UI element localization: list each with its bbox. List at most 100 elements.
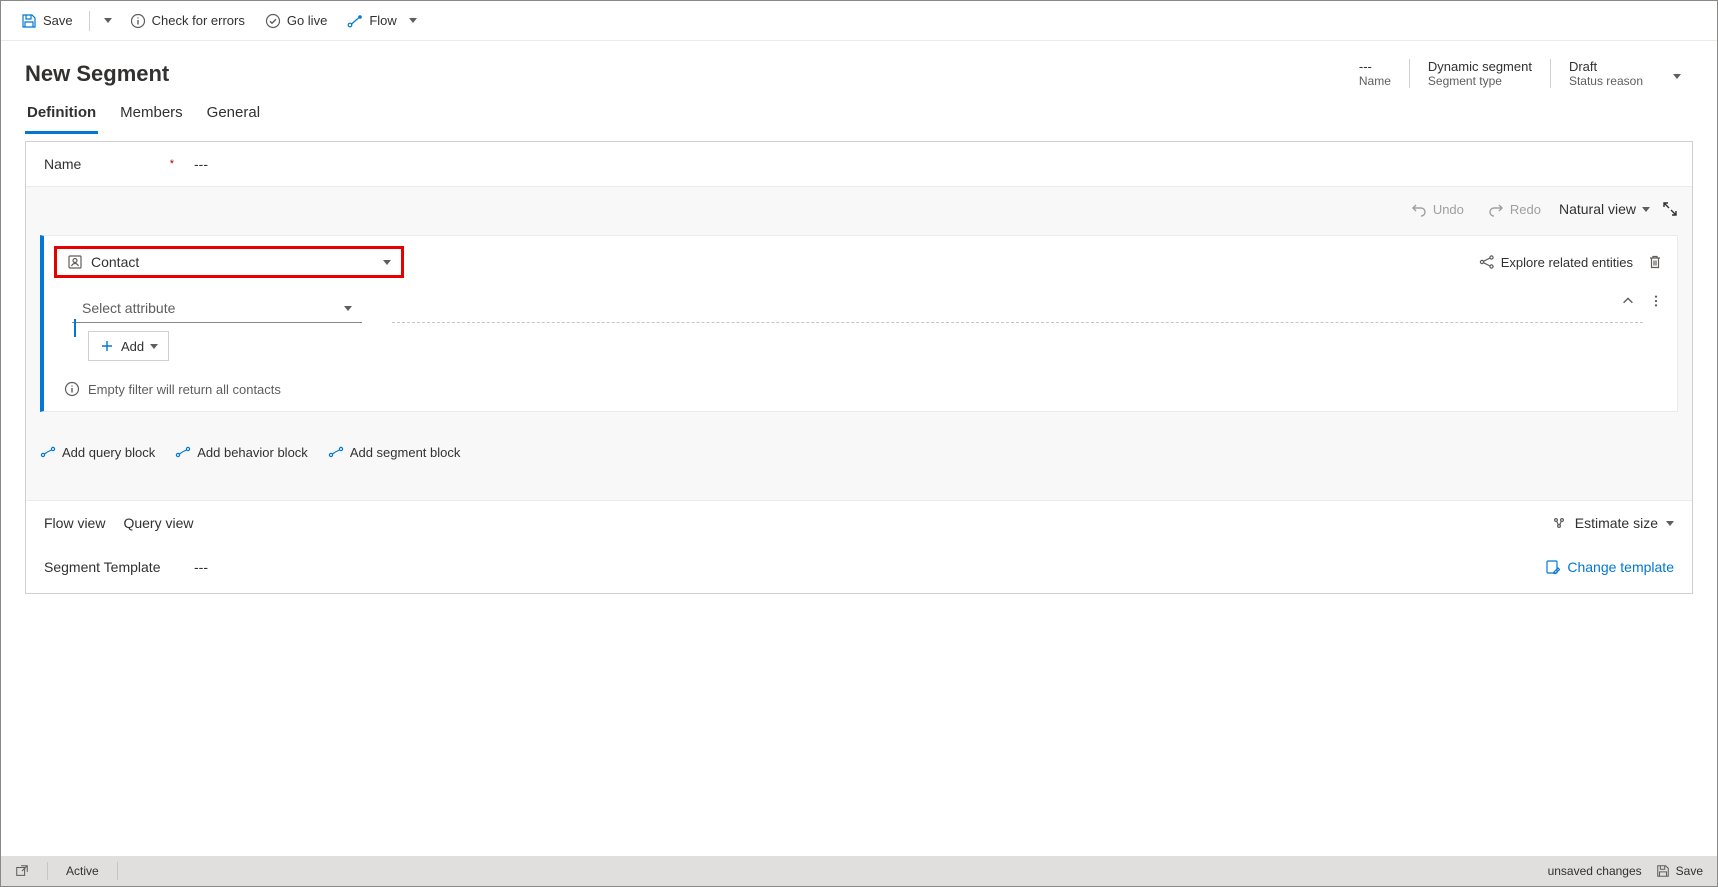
meta-status: Draft Status reason: [1550, 59, 1661, 88]
meta-type: Dynamic segment Segment type: [1409, 59, 1550, 88]
estimate-label: Estimate size: [1575, 515, 1658, 531]
meta-name: --- Name: [1341, 59, 1409, 88]
attribute-selector[interactable]: Select attribute: [72, 294, 362, 323]
popout-button[interactable]: [15, 864, 29, 878]
designer-toolbar: Undo Redo Natural view: [26, 187, 1692, 231]
add-blocks-row: Add query block Add behavior block Add s…: [26, 430, 1692, 500]
separator: [89, 11, 90, 31]
undo-label: Undo: [1433, 202, 1464, 217]
statusbar-save-label: Save: [1676, 864, 1703, 878]
go-live-button[interactable]: Go live: [257, 9, 335, 33]
view-selector[interactable]: Natural view: [1559, 201, 1650, 217]
change-template-button[interactable]: Change template: [1545, 559, 1674, 575]
edit-icon: [1545, 559, 1561, 575]
more-button[interactable]: [1649, 294, 1663, 311]
meta-name-value: ---: [1359, 59, 1391, 74]
flow-view-link[interactable]: Flow view: [44, 515, 105, 531]
flow-icon: [175, 444, 191, 460]
tabs: Definition Members General: [1, 96, 1717, 135]
name-field-label: Name *: [44, 156, 174, 172]
flow-icon: [40, 444, 56, 460]
explore-entities-button[interactable]: Explore related entities: [1479, 254, 1633, 270]
contact-icon: [67, 254, 83, 270]
entity-label: Contact: [91, 254, 139, 270]
estimate-size-button[interactable]: Estimate size: [1551, 515, 1674, 531]
flow-icon: [347, 13, 363, 29]
graph-icon: [1479, 254, 1495, 270]
delete-button[interactable]: [1647, 254, 1663, 270]
statusbar-save-button[interactable]: Save: [1656, 864, 1703, 878]
add-segment-block-button[interactable]: Add segment block: [328, 444, 461, 460]
explore-label: Explore related entities: [1501, 255, 1633, 270]
command-bar: Save Check for errors Go live Flow: [1, 1, 1717, 41]
redo-icon: [1488, 201, 1504, 217]
change-template-label: Change template: [1567, 559, 1674, 575]
check-circle-icon: [265, 13, 281, 29]
fullscreen-button[interactable]: [1662, 201, 1678, 217]
save-icon: [21, 13, 37, 29]
name-field-value[interactable]: ---: [174, 156, 208, 172]
content: Name * --- Undo Redo Natural view: [1, 141, 1717, 846]
views-row: Flow view Query view Estimate size: [26, 500, 1692, 545]
info-text: Empty filter will return all contacts: [88, 382, 281, 397]
required-indicator: *: [170, 158, 174, 170]
tab-members[interactable]: Members: [118, 96, 185, 134]
chevron-down-icon: [403, 11, 423, 30]
tab-definition[interactable]: Definition: [25, 96, 98, 134]
chevron-down-icon: [344, 306, 352, 311]
chevron-down-icon: [383, 260, 391, 265]
collapse-button[interactable]: [1621, 294, 1635, 311]
plus-icon: [99, 338, 115, 354]
header-expand[interactable]: [1661, 66, 1693, 82]
query-view-link[interactable]: Query view: [123, 515, 193, 531]
flow-button[interactable]: Flow: [339, 7, 430, 34]
add-behavior-label: Add behavior block: [197, 445, 308, 460]
template-value[interactable]: ---: [184, 559, 208, 575]
info-icon: [64, 381, 80, 397]
add-button[interactable]: Add: [88, 331, 169, 361]
add-query-label: Add query block: [62, 445, 155, 460]
chevron-down-icon: [1642, 207, 1650, 212]
go-live-label: Go live: [287, 13, 327, 28]
page-title: New Segment: [25, 61, 169, 87]
flow-icon: [328, 444, 344, 460]
attribute-placeholder: Select attribute: [82, 300, 175, 316]
tab-general[interactable]: General: [205, 96, 262, 134]
meta-type-label: Segment type: [1428, 74, 1532, 88]
block-header: Contact Explore related entities: [44, 236, 1677, 288]
meta-name-label: Name: [1359, 74, 1391, 88]
add-segment-label: Add segment block: [350, 445, 461, 460]
add-behavior-block-button[interactable]: Add behavior block: [175, 444, 308, 460]
chevron-down-icon: [1666, 521, 1674, 526]
unsaved-changes-text: unsaved changes: [1548, 864, 1642, 878]
template-row: Segment Template --- Change template: [26, 545, 1692, 593]
query-block: Contact Explore related entities Select …: [40, 235, 1678, 412]
flow-label: Flow: [369, 13, 396, 28]
check-errors-button[interactable]: Check for errors: [122, 9, 253, 33]
undo-icon: [1411, 201, 1427, 217]
add-query-block-button[interactable]: Add query block: [40, 444, 155, 460]
entity-selector[interactable]: Contact: [54, 246, 404, 278]
save-dropdown[interactable]: [98, 11, 118, 30]
meta-status-label: Status reason: [1569, 74, 1643, 88]
chevron-down-icon: [150, 344, 158, 349]
save-button[interactable]: Save: [13, 9, 81, 33]
attribute-row: Select attribute: [44, 288, 1677, 323]
header-meta: --- Name Dynamic segment Segment type Dr…: [1341, 59, 1693, 88]
redo-button[interactable]: Redo: [1482, 197, 1547, 221]
info-row: Empty filter will return all contacts: [44, 371, 1677, 411]
page-header: New Segment --- Name Dynamic segment Seg…: [1, 41, 1717, 96]
name-field-row: Name * ---: [26, 142, 1692, 187]
status-state[interactable]: Active: [66, 864, 99, 878]
undo-button[interactable]: Undo: [1405, 197, 1470, 221]
status-bar: Active unsaved changes Save: [1, 856, 1717, 886]
redo-label: Redo: [1510, 202, 1541, 217]
info-icon: [130, 13, 146, 29]
meta-status-value: Draft: [1569, 59, 1643, 74]
estimate-icon: [1551, 515, 1567, 531]
add-row: Add: [44, 323, 1677, 371]
save-label: Save: [43, 13, 73, 28]
view-label: Natural view: [1559, 201, 1636, 217]
add-label: Add: [121, 339, 144, 354]
main-card: Name * --- Undo Redo Natural view: [25, 141, 1693, 594]
